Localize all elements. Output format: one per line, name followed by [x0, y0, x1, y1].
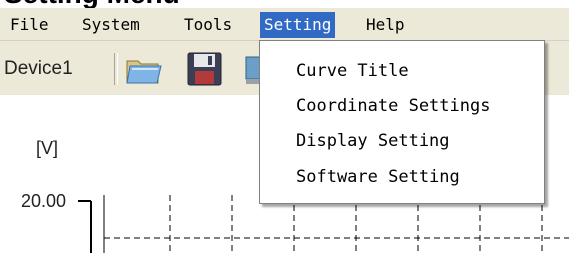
device-tab[interactable]: Device1 [0, 55, 77, 83]
menu-item-software-setting[interactable]: Software Setting [296, 163, 460, 191]
y-tick-label: 20.00 [21, 191, 67, 211]
menu-tools[interactable]: Tools [180, 12, 236, 38]
y-axis-label: [V] [36, 138, 59, 158]
menu-item-display-setting[interactable]: Display Setting [296, 127, 450, 155]
menu-system[interactable]: System [78, 12, 144, 38]
page-heading-text: Setting Menu [4, 0, 180, 8]
page-heading: Setting Menu [0, 0, 569, 8]
save-disk-icon[interactable] [186, 51, 224, 91]
menu-item-coordinate-settings[interactable]: Coordinate Settings [296, 92, 490, 120]
folder-icon[interactable] [124, 53, 164, 91]
menu-bar: File System Tools Setting Help [0, 8, 569, 40]
menu-file[interactable]: File [6, 12, 53, 38]
monitor-icon[interactable] [244, 55, 261, 89]
setting-dropdown-menu: Curve Title Coordinate Settings Display … [259, 40, 545, 204]
toolbar-separator [114, 53, 118, 85]
menu-setting[interactable]: Setting [260, 12, 336, 38]
menu-help[interactable]: Help [362, 12, 409, 38]
menu-item-curve-title[interactable]: Curve Title [296, 57, 409, 85]
